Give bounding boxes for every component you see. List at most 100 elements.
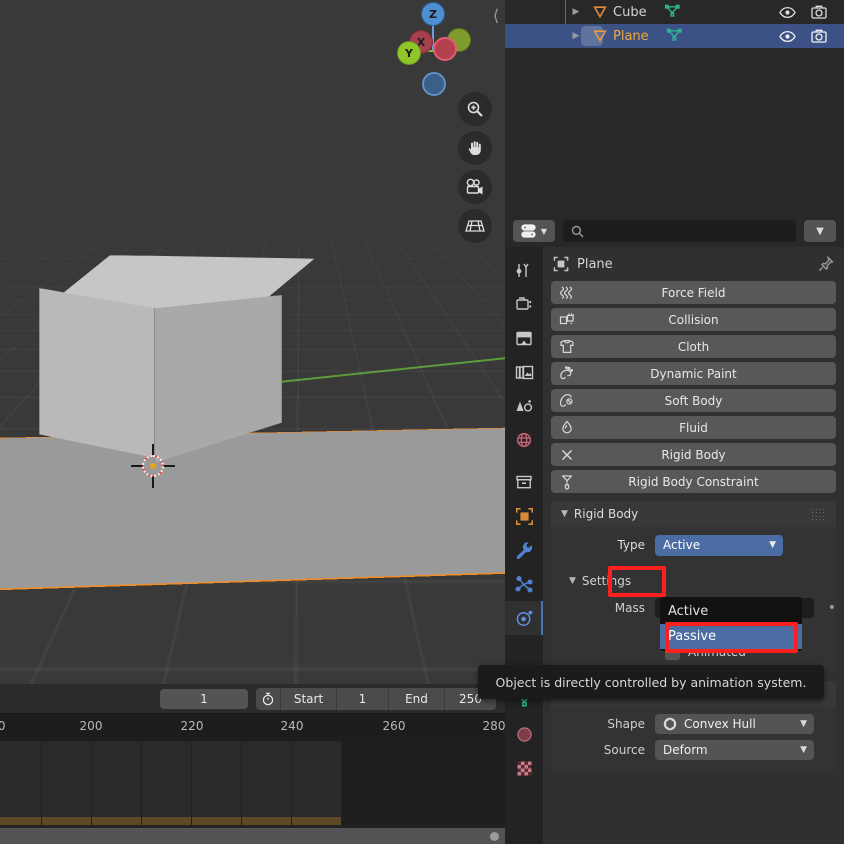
frame-range-group[interactable]: Start 1 End 250 [280,688,496,710]
cube-face-left [39,288,155,458]
auto-keying-icon[interactable] [256,688,280,710]
physics-button-rigid-body-constraint[interactable]: Rigid Body Constraint [551,470,836,493]
editor-type-button[interactable]: ▼ [513,220,555,242]
viewport-3d[interactable]: Z X Y ⟨ [0,0,505,684]
gizmo-ball-neg-z[interactable] [422,72,446,96]
physics-button-fluid[interactable]: Fluid [551,416,836,439]
grid-icon[interactable] [458,209,492,243]
physics-button-rigid-body[interactable]: Rigid Body [551,443,836,466]
type-dropdown-value: Active [663,538,700,552]
start-frame-value[interactable]: 1 [336,688,388,710]
shape-property-row[interactable]: Shape Convex Hull ▼ [551,713,836,735]
timeline-scroll-knob[interactable] [490,832,499,841]
viewport-tool-column[interactable] [458,92,498,248]
pin-icon[interactable] [818,256,834,272]
timeline-tick-label: 280 [483,719,506,733]
source-property-row[interactable]: Source Deform ▼ [551,739,836,761]
physics-button-force-field[interactable]: Force Field [551,281,836,304]
eye-icon[interactable] [776,6,798,19]
tooltip: Object is directly controlled by animati… [478,665,824,699]
eye-icon[interactable] [776,30,798,43]
printer-icon [515,330,534,347]
sidebar-item-output[interactable] [505,321,543,355]
panel-header-rigid-body[interactable]: ▼ Rigid Body :::::::: [551,501,836,527]
sidebar-item-object[interactable] [505,499,543,533]
camera-icon[interactable] [458,170,492,204]
menu-item-active[interactable]: Active [660,599,802,624]
properties-editor[interactable]: ▼ ▼ [505,215,844,844]
object-square-icon [515,507,534,526]
current-frame-field[interactable]: 1 [160,689,248,709]
breadcrumb[interactable]: Plane [543,247,844,281]
camera-icon[interactable] [808,29,830,43]
type-dropdown[interactable]: Active ▼ [655,535,783,556]
physics-button-soft-body[interactable]: Soft Body [551,389,836,412]
filter-dropdown-button[interactable]: ▼ [804,220,836,242]
sidebar-item-view-layer[interactable] [505,355,543,389]
sidebar-item-scene[interactable] [505,389,543,423]
disclosure-triangle-icon[interactable]: ▶ [565,7,587,17]
properties-content[interactable]: Plane Force Field [543,247,844,844]
outliner-row-cube[interactable]: ▶ Cube [505,0,844,24]
sidebar-item-material[interactable] [505,717,543,751]
outliner-row-plane[interactable]: ▶ Plane [505,24,844,48]
type-property-row[interactable]: Type Active ▼ [551,533,836,557]
gizmo-ball-neg-x[interactable] [433,37,457,61]
timeline-scrollbar[interactable] [0,828,505,844]
physics-button-cloth[interactable]: Cloth [551,335,836,358]
sidebar-item-world[interactable] [505,423,543,457]
breadcrumb-object-name: Plane [577,257,613,272]
sidebar-item-modifier[interactable] [505,533,543,567]
timeline-header[interactable]: 1 Start 1 End 250 [0,684,505,714]
physics-button-dynamic-paint[interactable]: Dynamic Paint [551,362,836,385]
navigation-gizmo[interactable]: Z X Y [389,6,475,92]
menu-item-passive[interactable]: Passive [660,624,802,649]
sidebar-item-collection[interactable] [505,465,543,499]
search-input[interactable] [563,220,796,242]
gizmo-ball-z[interactable]: Z [421,2,445,26]
hand-icon[interactable] [458,131,492,165]
outliner-object-name[interactable]: Plane [613,29,649,44]
sidebar-item-render[interactable] [505,287,543,321]
shape-dropdown[interactable]: Convex Hull ▼ [655,714,814,734]
timeline-editor[interactable]: 1 Start 1 End 250 180200220240260280 [0,684,505,844]
mesh-data-icon[interactable] [663,28,687,44]
viewport-sidebar-collapse-icon[interactable]: ⟨ [489,2,503,30]
outliner-editor[interactable]: ▶ Cube ▶ [505,0,844,215]
physics-button-list[interactable]: Force Field Collision Cl [543,281,844,493]
source-value: Deform [663,743,708,757]
chevron-down-icon: ▼ [569,576,576,586]
timeline-gridline [191,741,192,825]
properties-topbar[interactable]: ▼ ▼ [505,215,844,247]
camera-icon[interactable] [808,5,830,19]
rigid-body-constraint-icon [557,472,576,491]
properties-tab-column[interactable] [505,247,543,844]
panel-body-collisions[interactable]: Shape Convex Hull ▼ Source Deform [551,707,836,771]
viewport-object-cube[interactable] [30,255,300,465]
sidebar-item-tool[interactable] [505,253,543,287]
object-square-icon [553,256,569,272]
timeline-ruler[interactable]: 180200220240260280 [0,714,505,741]
sidebar-item-particles[interactable] [505,567,543,601]
mesh-data-icon[interactable] [661,4,685,20]
gizmo-ball-y[interactable]: Y [397,41,421,65]
mesh-object-icon [587,4,613,20]
drag-grip-icon[interactable]: :::::::: [811,507,826,521]
sidebar-item-texture[interactable] [505,751,543,785]
subpanel-header-settings[interactable]: ▼ Settings [551,569,836,593]
images-icon [515,364,534,381]
timeline-keyframe-area[interactable] [0,741,505,825]
animate-property-dot[interactable]: • [828,603,836,613]
outliner-object-name[interactable]: Cube [613,5,647,20]
source-dropdown[interactable]: Deform ▼ [655,740,814,760]
tooltip-text: Object is directly controlled by animati… [496,675,807,690]
search-icon [571,225,584,238]
soft-body-icon [557,391,576,410]
type-dropdown-menu[interactable]: Active Passive [660,597,802,651]
zoom-icon[interactable] [458,92,492,126]
physics-button-collision[interactable]: Collision [551,308,836,331]
sidebar-item-physics[interactable] [505,601,543,635]
source-label: Source [551,743,655,757]
chevron-down-icon: ▼ [541,227,547,236]
render-camera-icon [515,296,534,313]
